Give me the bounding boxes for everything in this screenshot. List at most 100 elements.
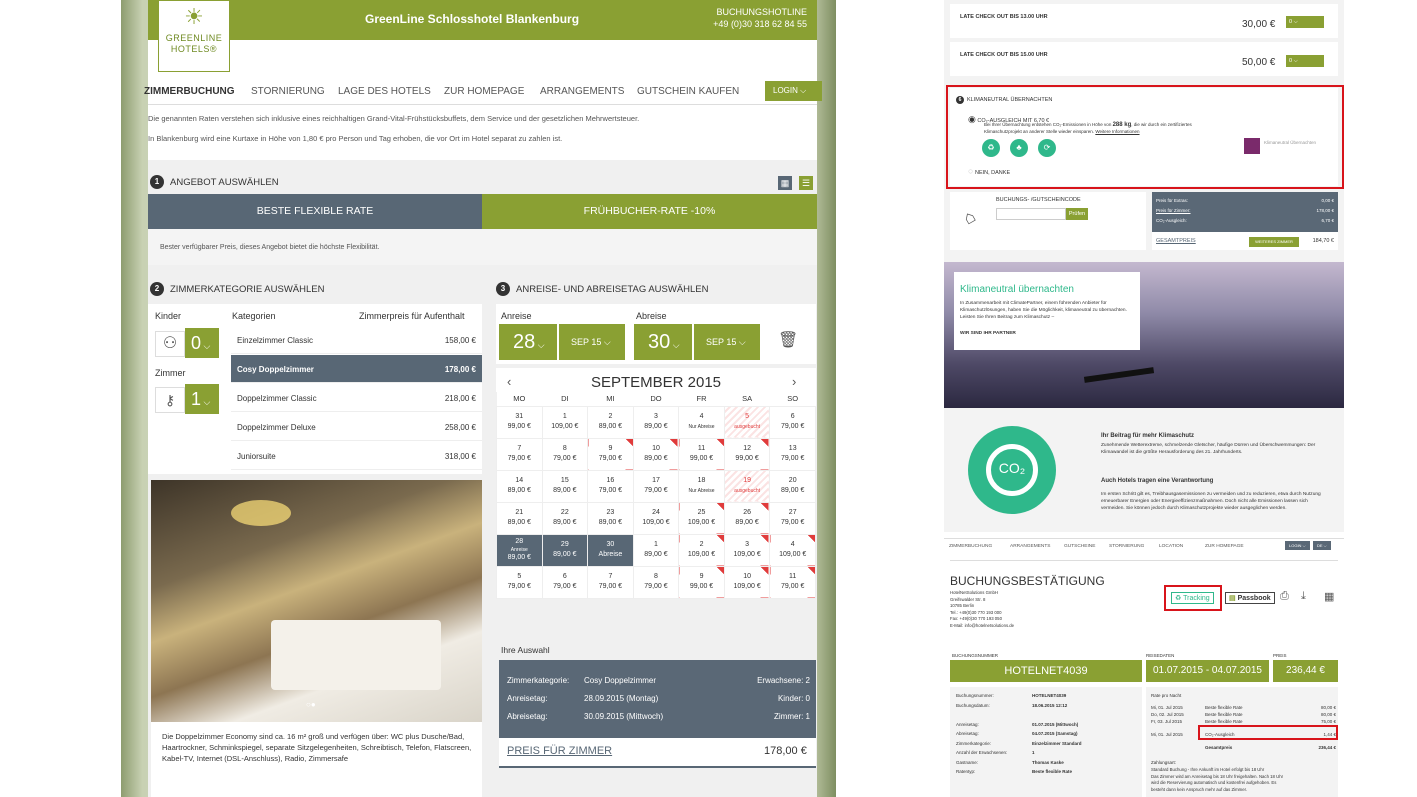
- conf-nav-item[interactable]: ARRANGEMENTS: [1010, 544, 1051, 549]
- calendar-day[interactable]: 13 79,00 €: [769, 437, 816, 471]
- calendar-day[interactable]: 4 109,00 €: [769, 533, 816, 567]
- room-row[interactable]: Doppelzimmer Deluxe 258,00 €: [231, 413, 482, 441]
- calendar-day[interactable]: 17 79,00 €: [632, 469, 680, 503]
- calendar-day[interactable]: 4 Nur Abreise: [678, 405, 725, 439]
- conf-nav-item[interactable]: GUTSCHEINE: [1064, 544, 1095, 549]
- download-icon[interactable]: ⤓: [1301, 590, 1306, 603]
- zimmer-select[interactable]: 1 ⌵: [185, 384, 219, 414]
- calendar-day[interactable]: 20 89,00 €: [769, 469, 816, 503]
- conf-nav-item[interactable]: LOCATION: [1159, 544, 1183, 549]
- conf-nav-item[interactable]: STORNIERUNG: [1109, 544, 1144, 549]
- calendar-day[interactable]: 6 79,00 €: [769, 405, 816, 439]
- arrival-month-select[interactable]: SEP 15 ⌵: [559, 324, 625, 360]
- calendar-day[interactable]: 24 109,00 €: [632, 501, 680, 535]
- nav-homepage[interactable]: ZUR HOMEPAGE: [444, 86, 524, 97]
- calendar-day[interactable]: 15 89,00 €: [541, 469, 589, 503]
- day-number: 1: [562, 413, 567, 420]
- calendar-day[interactable]: 25 109,00 €: [678, 501, 725, 535]
- calendar-day[interactable]: 30 Abreise: [587, 533, 634, 567]
- calendar-day[interactable]: 28 Anreise 89,00 €: [496, 533, 543, 567]
- hotline-phone[interactable]: +49 (0)30 318 62 84 55: [713, 18, 807, 30]
- calendar-day[interactable]: 9 79,00 €: [587, 437, 634, 471]
- kinder-select[interactable]: 0 ⌵: [185, 328, 219, 358]
- detail-value: 1: [1032, 750, 1035, 755]
- day-number: 16: [606, 477, 615, 484]
- room-photo[interactable]: ○●: [151, 480, 482, 722]
- nav-lage[interactable]: LAGE DES HOTELS: [338, 86, 431, 97]
- calendar-day[interactable]: 3 109,00 €: [723, 533, 771, 567]
- calendar-day[interactable]: 5 ausgebucht: [723, 405, 771, 439]
- room-row[interactable]: Einzelzimmer Classic 158,00 €: [231, 326, 482, 354]
- calendar-day[interactable]: 26 89,00 €: [723, 501, 771, 535]
- departure-month-select[interactable]: SEP 15 ⌵: [694, 324, 760, 360]
- room-name: Einzelzimmer Classic: [237, 336, 314, 345]
- calendar-day[interactable]: 2 89,00 €: [587, 405, 634, 439]
- price-for-room-link[interactable]: PREIS FÜR ZIMMER: [507, 745, 612, 757]
- late1-qty-select[interactable]: 0 ⌵: [1286, 16, 1324, 28]
- calendar-day[interactable]: 2 109,00 €: [678, 533, 725, 567]
- calendar-icon[interactable]: ▦: [1324, 590, 1334, 603]
- calendar-day[interactable]: 1 89,00 €: [632, 533, 680, 567]
- code-check-button[interactable]: Prüfen: [1066, 208, 1088, 220]
- nav-gutschein[interactable]: GUTSCHEIN KAUFEN: [637, 86, 739, 97]
- departure-day-select[interactable]: 30 ⌵: [634, 324, 692, 360]
- passbook-badge[interactable]: ▤ Passbook: [1225, 592, 1275, 604]
- calendar-day[interactable]: 19 ausgebucht: [723, 469, 771, 503]
- calendar-day[interactable]: 7 79,00 €: [496, 437, 543, 471]
- calendar-day[interactable]: 10 89,00 €: [632, 437, 680, 471]
- nav-stornierung[interactable]: STORNIERUNG: [251, 86, 325, 97]
- grid-view-icon[interactable]: ▦: [778, 176, 792, 190]
- list-view-icon[interactable]: ☰: [799, 176, 813, 190]
- calendar-day[interactable]: 18 Nur Abreise: [678, 469, 725, 503]
- calendar-day[interactable]: 27 79,00 €: [769, 501, 816, 535]
- room-row[interactable]: Doppelzimmer Classic 218,00 €: [231, 384, 482, 412]
- calendar-day[interactable]: 10 109,00 €: [723, 565, 771, 599]
- logo-text: GREENLINE: [165, 33, 223, 43]
- step-title-text: ZIMMERKATEGORIE AUSWÄHLEN: [170, 283, 325, 295]
- tab-flexible-rate[interactable]: BESTE FLEXIBLE RATE: [148, 194, 482, 229]
- carousel-dots[interactable]: ○●: [306, 700, 316, 709]
- late2-qty-select[interactable]: 0 ⌵: [1286, 55, 1324, 67]
- calendar-day[interactable]: 29 89,00 €: [541, 533, 589, 567]
- conf-nav-item[interactable]: ZUR HOMEPAGE: [1205, 544, 1244, 549]
- calendar-day[interactable]: 12 99,00 €: [723, 437, 771, 471]
- more-rooms-button[interactable]: WEITERES ZIMMER: [1249, 237, 1299, 247]
- ab-value: 30.09.2015 (Mittwoch): [584, 712, 664, 721]
- room-price-label[interactable]: Preis für Zimmer:: [1156, 208, 1191, 213]
- calendar-day[interactable]: 14 89,00 €: [496, 469, 543, 503]
- tab-early-booking[interactable]: FRÜHBUCHER-RATE -10%: [482, 194, 817, 229]
- calendar-day[interactable]: 9 99,00 €: [678, 565, 725, 599]
- calendar-day[interactable]: 21 89,00 €: [496, 501, 543, 535]
- conf-nav-item[interactable]: ZIMMERBUCHUNG: [949, 544, 992, 549]
- conf-login-button[interactable]: LOGIN ⌵: [1285, 541, 1310, 550]
- tracking-badge[interactable]: ♻ Tracking: [1171, 592, 1214, 604]
- calendar-day[interactable]: 3 89,00 €: [632, 405, 680, 439]
- next-month-icon[interactable]: ›: [792, 374, 796, 389]
- detail-label: Ratentyp:: [956, 769, 976, 774]
- total-price-label[interactable]: GESAMTPREIS: [1156, 238, 1196, 244]
- trash-icon[interactable]: 🗑: [778, 330, 798, 350]
- calendar-day[interactable]: 23 89,00 €: [587, 501, 634, 535]
- calendar-day[interactable]: 8 79,00 €: [541, 437, 589, 471]
- calendar-day[interactable]: 5 79,00 €: [496, 565, 543, 599]
- calendar-day[interactable]: 1 109,00 €: [541, 405, 589, 439]
- calendar-day[interactable]: 8 79,00 €: [632, 565, 680, 599]
- arrival-day-select[interactable]: 28 ⌵: [499, 324, 557, 360]
- calendar-day[interactable]: 31 99,00 €: [496, 405, 543, 439]
- calendar-day[interactable]: 11 79,00 €: [769, 565, 816, 599]
- room-row[interactable]: Juniorsuite 318,00 €: [231, 442, 482, 470]
- print-icon[interactable]: ⎙: [1280, 590, 1289, 603]
- calendar-day[interactable]: 11 99,00 €: [678, 437, 725, 471]
- company-line: E-Mail: info@hotelnetsolutions.de: [950, 622, 1015, 628]
- room-row[interactable]: Cosy Doppelzimmer 178,00 €: [231, 355, 482, 383]
- calendar-day[interactable]: 6 79,00 €: [541, 565, 589, 599]
- nav-zimmerbuchung[interactable]: ZIMMERBUCHUNG: [144, 86, 235, 97]
- calendar-day[interactable]: 7 79,00 €: [587, 565, 634, 599]
- calendar-day[interactable]: 16 79,00 €: [587, 469, 634, 503]
- nav-arrangements[interactable]: ARRANGEMENTS: [540, 86, 624, 97]
- lang-select[interactable]: DE ⌵: [1313, 541, 1331, 550]
- login-button[interactable]: LOGIN ⌵: [765, 81, 822, 101]
- code-input[interactable]: [996, 208, 1066, 220]
- calendar-day[interactable]: 22 89,00 €: [541, 501, 589, 535]
- hotel-logo[interactable]: ☀ GREENLINE HOTELS®: [158, 0, 230, 72]
